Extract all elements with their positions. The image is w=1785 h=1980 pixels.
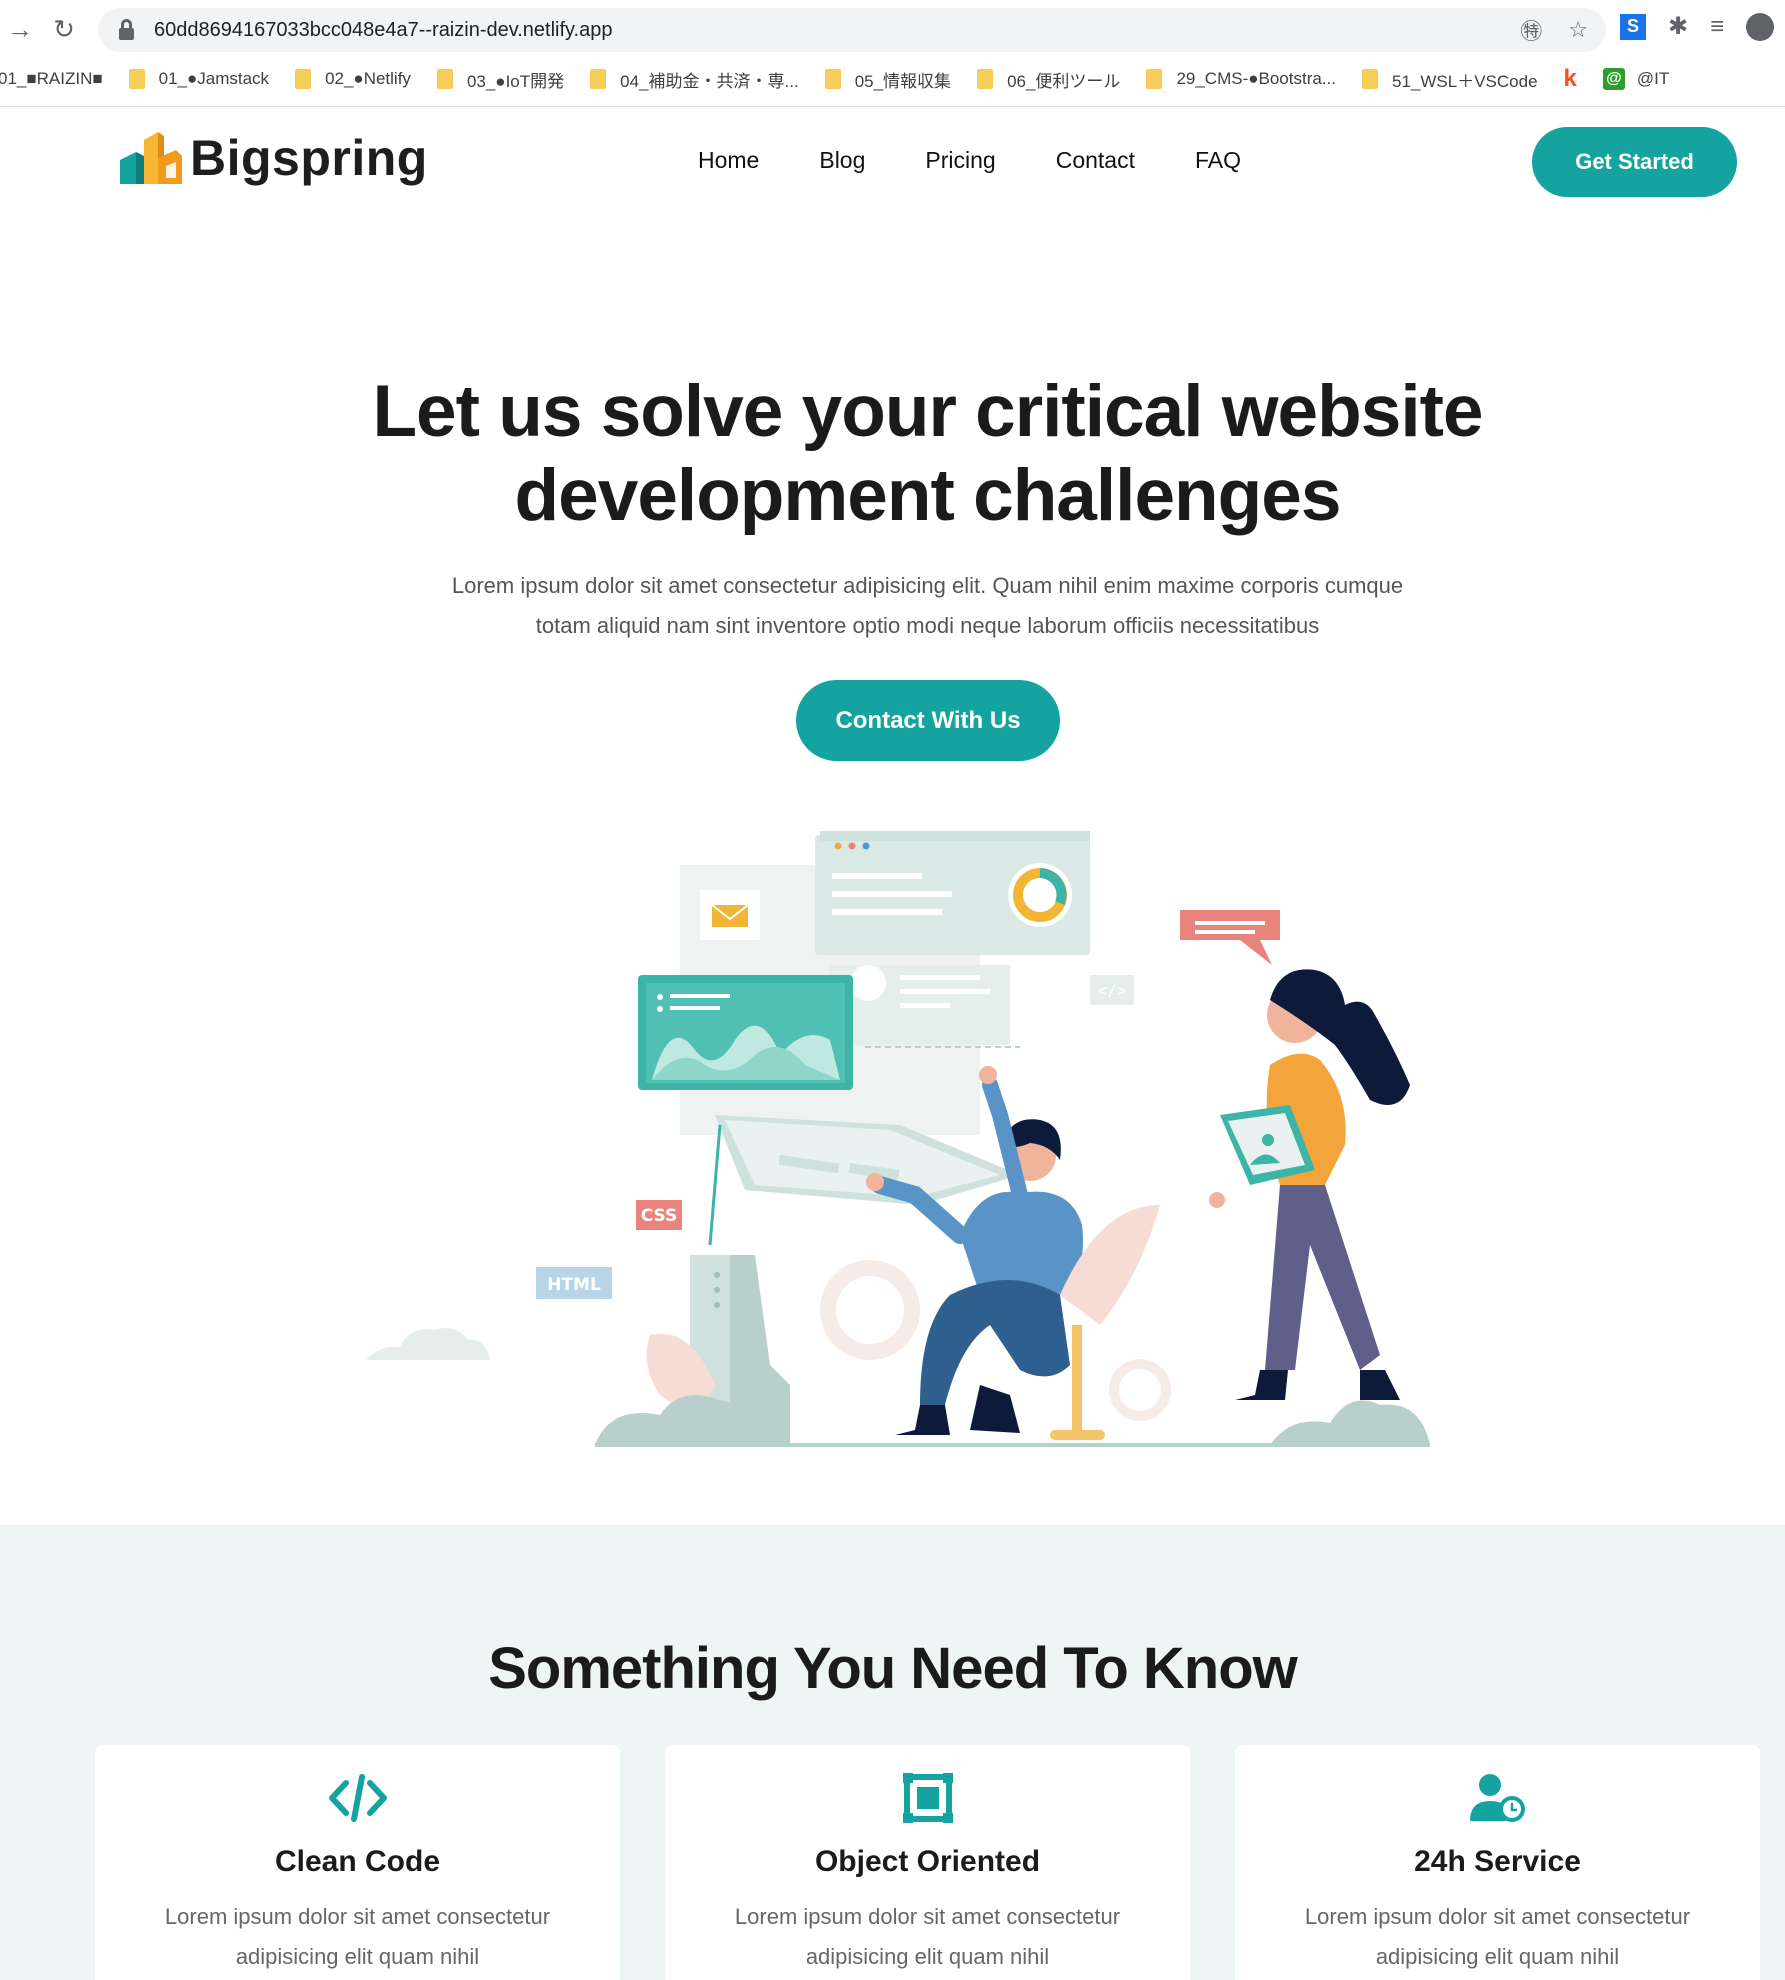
code-icon — [328, 1774, 387, 1822]
browser-toolbar: → ↻ 60dd8694167033bcc048e4a7--raizin-dev… — [0, 0, 1785, 60]
address-bar[interactable]: 60dd8694167033bcc048e4a7--raizin-dev.net… — [98, 8, 1606, 52]
feature-card-text: Lorem ipsum dolor sit amet consectetur a… — [1304, 1904, 1691, 1969]
browser-chrome: → ↻ 60dd8694167033bcc048e4a7--raizin-dev… — [0, 0, 1785, 107]
bookmark-folder[interactable]: 04_補助金・共済・専... — [590, 67, 799, 92]
nav-faq[interactable]: FAQ — [1195, 147, 1241, 174]
nav-home[interactable]: Home — [698, 147, 759, 174]
hero-title-line2: development challenges — [514, 455, 1342, 536]
hero-subtitle-line2: totam aliquid nam sint inventore optio m… — [535, 613, 1320, 638]
folder-icon — [436, 69, 453, 89]
feature-card-text: Lorem ipsum dolor sit amet consectetur a… — [734, 1904, 1121, 1969]
bookmark-at-it[interactable]: @ @IT — [1602, 68, 1669, 90]
folder-icon — [590, 69, 607, 89]
features-title: Something You Need To Know — [488, 1636, 1298, 1701]
forward-icon[interactable]: → — [0, 9, 40, 49]
get-started-button[interactable]: Get Started — [1532, 127, 1737, 197]
bookmark-folder[interactable]: 06_便利ツール — [977, 67, 1120, 92]
puzzle-icon[interactable]: ✱ — [1668, 12, 1688, 41]
nav-contact[interactable]: Contact — [1056, 147, 1135, 174]
feature-card-text: Lorem ipsum dolor sit amet consectetur a… — [164, 1904, 551, 1969]
bookmark-folder[interactable]: 01_●Jamstack — [128, 69, 269, 89]
nav-pricing[interactable]: Pricing — [925, 147, 995, 174]
css-tag-label: CSS — [641, 1206, 678, 1226]
bookmark-folder[interactable]: 05_情報収集 — [824, 67, 951, 92]
feature-card: Object Oriented Lorem ipsum dolor sit am… — [665, 1745, 1190, 1980]
hero-subtitle: Lorem ipsum dolor sit amet consectetur a… — [380, 566, 1475, 646]
folder-icon — [977, 69, 994, 89]
feature-card-title: Object Oriented — [814, 1845, 1041, 1878]
hero-illustration: </> CSS HTML — [366, 831, 1430, 1447]
profile-avatar-icon[interactable] — [1746, 12, 1775, 41]
main-nav: Home Blog Pricing Contact FAQ — [698, 147, 1301, 174]
features-section: Something You Need To Know Clean Code Lo… — [0, 1525, 1785, 1980]
nav-blog[interactable]: Blog — [819, 147, 865, 174]
bookmark-folder[interactable]: 02_●Netlify — [295, 69, 411, 89]
bookmark-folder[interactable]: 29_CMS-●Bootstra... — [1146, 69, 1336, 89]
logo-mark-icon — [120, 132, 182, 184]
reading-list-icon[interactable]: ≡ — [1710, 13, 1724, 41]
lock-icon — [116, 19, 138, 41]
bookmark-folder[interactable]: 03_●IoT開発 — [436, 67, 564, 92]
folder-icon — [128, 69, 145, 89]
feature-card: 24h Service Lorem ipsum dolor sit amet c… — [1235, 1745, 1760, 1980]
object-icon — [902, 1773, 953, 1823]
contact-with-us-button[interactable]: Contact With Us — [796, 680, 1060, 761]
folder-icon — [1146, 69, 1163, 89]
reload-icon[interactable]: ↻ — [44, 9, 84, 49]
html-tag-label: HTML — [547, 1275, 601, 1295]
bookmark-folder[interactable]: 51_WSL＋VSCode — [1362, 67, 1538, 92]
star-icon[interactable]: ☆ — [1568, 17, 1588, 43]
user-clock-icon — [1469, 1774, 1525, 1822]
site-header: Bigspring Home Blog Pricing Contact FAQ … — [0, 107, 1785, 221]
at-icon: @ — [1602, 68, 1625, 90]
feature-card: Clean Code Lorem ipsum dolor sit amet co… — [95, 1745, 620, 1980]
logo[interactable]: Bigspring — [118, 129, 428, 187]
folder-icon — [1362, 69, 1378, 89]
folder-icon — [295, 69, 312, 89]
feature-card-title: Clean Code — [274, 1845, 441, 1878]
code-tag-label: </> — [1098, 981, 1127, 1000]
hero-subtitle-line1: Lorem ipsum dolor sit amet consectetur a… — [451, 573, 1404, 598]
bookmark-item[interactable]: 01_■RAIZIN■ — [0, 69, 103, 89]
logo-text: Bigspring — [190, 130, 428, 186]
k-bookmark-icon[interactable]: k — [1564, 65, 1577, 93]
extension-s-icon[interactable]: S — [1620, 13, 1646, 40]
translate-icon[interactable]: ㊕ — [1520, 14, 1542, 46]
folder-icon — [824, 69, 841, 89]
hero-title-line1: Let us solve your critical website — [372, 371, 1483, 452]
hero-title: Let us solve your critical website devel… — [300, 370, 1555, 538]
bookmarks-bar: 01_■RAIZIN■ 01_●Jamstack 02_●Netlify 03_… — [0, 62, 1785, 96]
feature-card-title: 24h Service — [1414, 1845, 1581, 1878]
url-text[interactable]: 60dd8694167033bcc048e4a7--raizin-dev.net… — [154, 19, 613, 42]
